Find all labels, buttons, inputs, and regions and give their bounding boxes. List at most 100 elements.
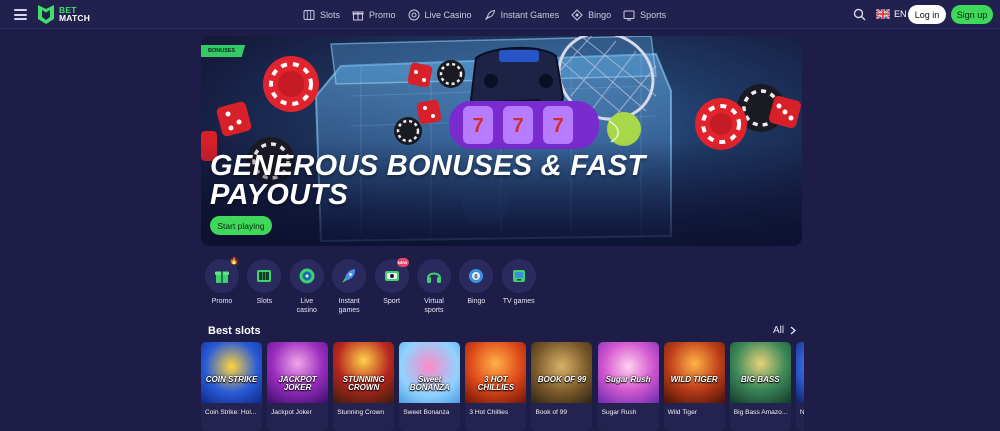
nav-item-live-casino[interactable]: Live Casino — [408, 9, 472, 21]
category-label: Instant games — [338, 298, 360, 314]
game-thumbnail: BIG BASS — [729, 342, 791, 403]
best-slots-title: Best slots — [208, 325, 261, 337]
bonuses-badge: BONUSES — [201, 45, 246, 57]
nav-item-sports[interactable]: Sports — [623, 9, 666, 21]
game-name: Jackpot Joker — [271, 409, 312, 416]
game-thumbnail: STUNNING CROWN — [333, 342, 395, 403]
game-card[interactable]: 3 HOT CHILLIES 3 Hot Chillies — [465, 342, 527, 431]
category-tv-games[interactable]: TV games — [501, 259, 536, 315]
game-art-title: Sweet BONANZA — [409, 375, 450, 392]
game-thumbnail: BOOK OF 99 — [531, 342, 593, 403]
new-badge: NEW — [396, 258, 409, 267]
language-label: EN — [894, 9, 907, 19]
category-label: Live casino — [296, 298, 317, 314]
category-label: Sport — [383, 298, 400, 305]
top-header: BET MATCH Slots Promo Live Casino Instan… — [0, 0, 1000, 29]
category-bingo[interactable]: 6 Bingo — [459, 259, 494, 315]
game-card[interactable]: WILD TIGER Wild Tiger — [663, 342, 725, 431]
game-card[interactable]: BIG BASS Big Bass Amazo... — [729, 342, 791, 431]
game-art-title: WILD TIGER — [670, 375, 718, 384]
search-icon[interactable] — [853, 8, 866, 21]
game-thumbnail: 3 HOT CHILLIES — [465, 342, 527, 403]
gift-icon — [215, 271, 229, 283]
rocket-icon — [484, 9, 495, 20]
category-label: Promo — [211, 298, 233, 305]
category-label: Virtual sports — [424, 298, 444, 314]
game-thumbnail: JACKPOT JOKER — [267, 342, 329, 403]
game-name: Big Bass Amazo... — [733, 409, 788, 416]
banner-headline: GENEROUS BONUSES & FAST PAYOUTS — [210, 150, 646, 211]
category-instant-games[interactable]: Instant games — [332, 259, 367, 315]
nav-item-label: Promo — [369, 9, 396, 20]
hero-banner[interactable]: 7 7 7 — [201, 36, 802, 246]
game-card[interactable]: COIN STRIKE Coin Strike: Hol... — [201, 342, 262, 431]
game-name: 3 Hot Chillies — [469, 409, 509, 416]
hot-marker: 🔥 — [229, 257, 239, 267]
category-promo[interactable]: 🔥 Promo — [205, 257, 239, 315]
logo-text-bottom: MATCH — [59, 13, 91, 23]
all-link-label: All — [773, 325, 785, 336]
game-thumbnail: Sweet BONANZA — [399, 342, 461, 403]
main-nav: Slots Promo Live Casino Instant Games Bi… — [303, 0, 678, 29]
game-name: N — [796, 403, 804, 423]
game-thumbnail: WILD TIGER — [663, 342, 725, 403]
game-name: Book of 99 — [535, 409, 567, 416]
game-card[interactable]: N — [795, 342, 804, 431]
game-name: Sweet Bonanza — [403, 409, 450, 416]
logo-mark-icon — [38, 5, 54, 24]
nav-item-promo[interactable]: Promo — [352, 9, 396, 21]
rocket-icon — [342, 269, 356, 283]
category-live-casino[interactable]: Live casino — [289, 259, 324, 315]
chevron-right-icon — [790, 326, 797, 335]
best-slots-carousel: COIN STRIKE Coin Strike: Hol... JACKPOT … — [201, 342, 804, 431]
category-bar: 🔥 Promo Slots Live casino Instant games … — [205, 257, 544, 315]
game-art-title: BOOK OF 99 — [537, 375, 587, 384]
game-card[interactable]: Sugar Rush Sugar Rush — [597, 342, 659, 431]
game-art-title: 3 HOT CHILLIES — [477, 375, 515, 392]
game-art-title: JACKPOT JOKER — [278, 375, 317, 392]
game-thumbnail: Sugar Rush — [597, 342, 659, 403]
game-card[interactable]: JACKPOT JOKER Jackpot Joker — [267, 342, 329, 431]
game-art-title: Sugar Rush — [605, 375, 651, 384]
slots-icon — [257, 270, 272, 282]
roulette-icon — [408, 9, 420, 20]
nav-item-label: Bingo — [588, 9, 612, 20]
category-slots[interactable]: Slots — [247, 259, 282, 315]
tv-games-icon — [512, 270, 525, 282]
logo[interactable]: BET MATCH — [36, 3, 90, 25]
all-slots-link[interactable]: All — [773, 325, 797, 336]
game-thumbnail: COIN STRIKE — [201, 342, 262, 403]
game-card[interactable]: STUNNING CROWN Stunning Crown — [333, 342, 395, 431]
login-button[interactable]: Log in — [908, 5, 946, 24]
game-name: Coin Strike: Hol... — [205, 409, 257, 416]
game-thumbnail — [795, 342, 804, 403]
signup-button[interactable]: Sign up — [951, 5, 993, 24]
nav-item-bingo[interactable]: Bingo — [571, 8, 612, 21]
game-card[interactable]: BOOK OF 99 Book of 99 — [531, 342, 593, 431]
category-label: Slots — [256, 298, 273, 305]
game-art-title: STUNNING CROWN — [342, 375, 385, 392]
game-card[interactable]: Sweet BONANZA Sweet Bonanza — [399, 342, 461, 431]
roulette-icon — [299, 268, 315, 284]
tv-icon — [384, 271, 399, 281]
nav-item-instant-games[interactable]: Instant Games — [484, 9, 560, 21]
game-art-title: COIN STRIKE — [205, 375, 258, 384]
language-selector[interactable]: EN — [876, 9, 907, 19]
uk-flag-icon — [876, 9, 890, 19]
game-name: Wild Tiger — [667, 409, 697, 416]
nav-item-slots[interactable]: Slots — [303, 9, 340, 21]
game-name: Sugar Rush — [601, 409, 637, 416]
category-sport[interactable]: NEW Sport — [374, 258, 409, 315]
tv-icon — [623, 10, 635, 20]
start-playing-button[interactable]: Start playing — [210, 216, 272, 235]
nav-item-label: Live Casino — [424, 9, 472, 20]
game-name: Stunning Crown — [337, 409, 385, 416]
nav-item-label: Slots — [320, 9, 341, 20]
nav-item-label: Instant Games — [500, 9, 560, 20]
category-virtual-sports[interactable]: Virtual sports — [416, 259, 451, 315]
bingo-icon — [571, 8, 583, 21]
nav-item-label: Sports — [640, 9, 667, 20]
menu-icon[interactable] — [14, 9, 27, 20]
bingo-icon: 6 — [469, 269, 484, 283]
game-art-title: BIG BASS — [740, 375, 780, 384]
